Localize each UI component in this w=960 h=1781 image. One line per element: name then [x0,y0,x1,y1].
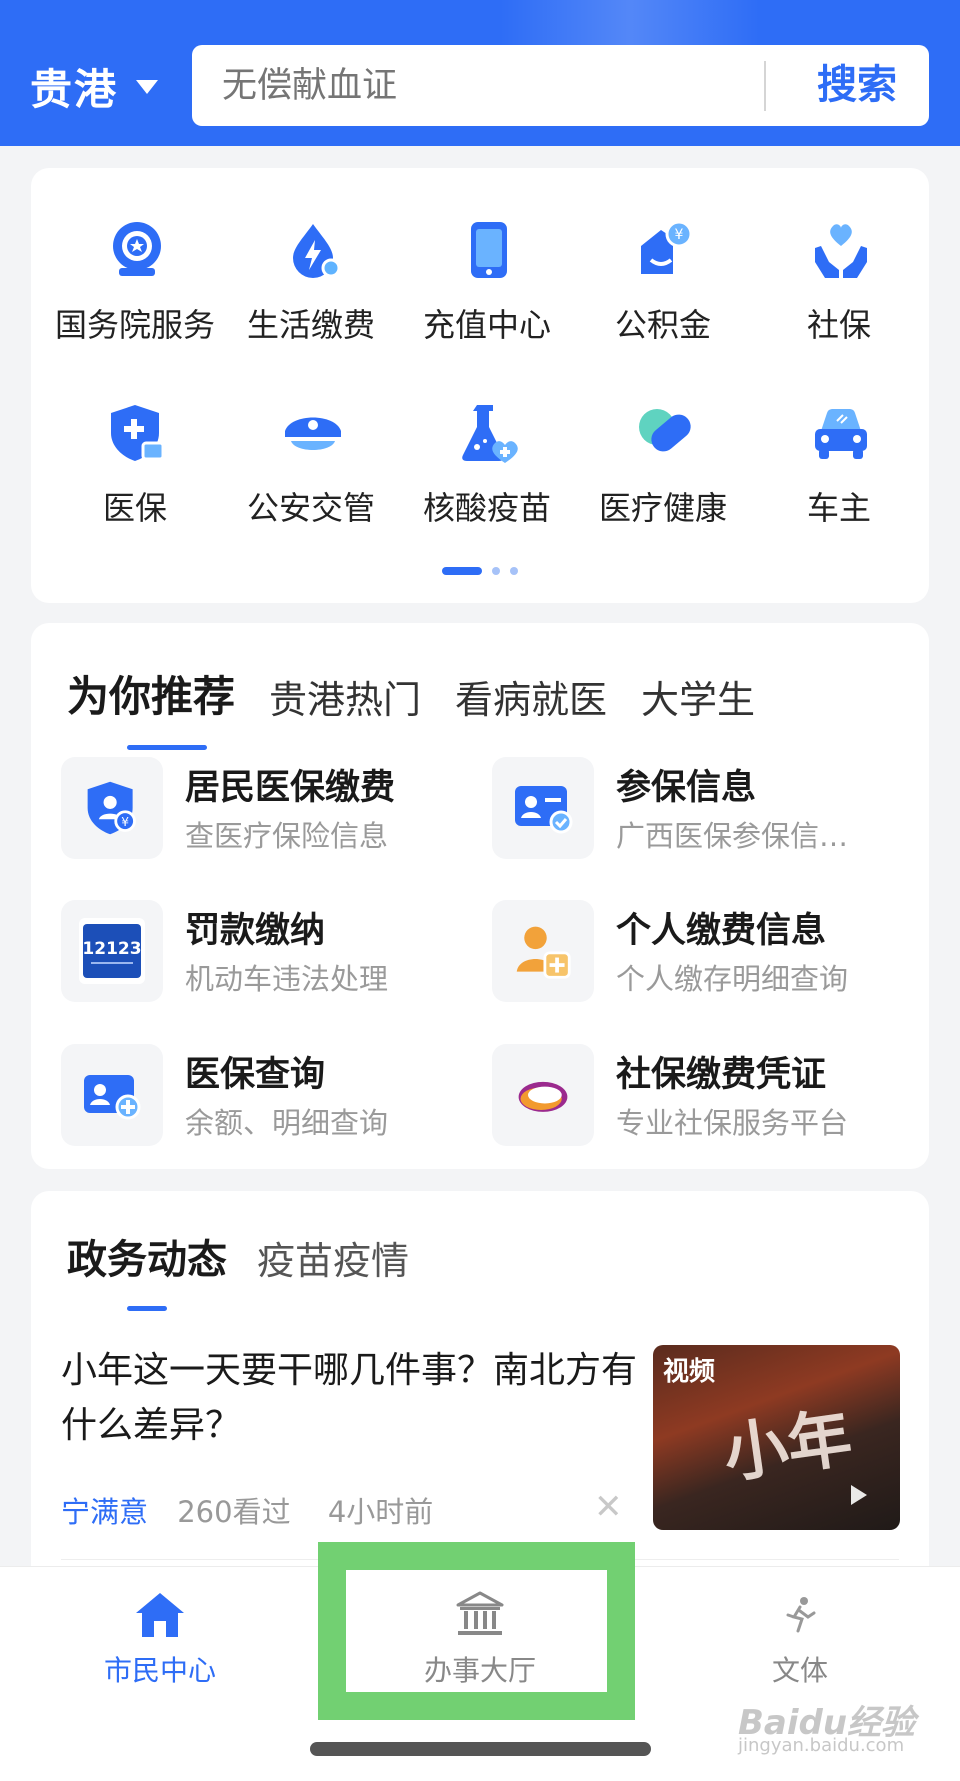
page-dot-active [442,567,482,575]
city-name: 贵港 [30,65,119,114]
service-label: 车主 [806,489,871,527]
tab-gov-news[interactable]: 政务动态 [67,1227,227,1311]
tab-for-you[interactable]: 为你推荐 [67,663,235,750]
service-item-personal-payment[interactable]: 个人缴费信息 个人缴存明细查询 [492,900,892,1005]
news-source[interactable]: 宁满意 [61,1495,148,1529]
service-title: 社保缴费凭证 [616,1055,827,1095]
thumbnail-text: 小年 [719,1400,857,1493]
city-selector[interactable]: 贵港 [30,56,159,117]
service-subtitle: 个人缴存明细查询 [616,962,849,996]
state-council-icon [113,222,161,276]
service-item-fine-payment[interactable]: 12123 罚款缴纳 机动车违法处理 [61,900,461,1005]
tab-guigang-hot[interactable]: 贵港热门 [269,669,421,724]
service-label: 公积金 [614,306,711,344]
news-meta: 宁满意 260看过 4小时前 [61,1489,433,1531]
news-title[interactable]: 小年这一天要干哪几件事？南北方有什么差异？ [61,1343,651,1453]
service-label: 医疗健康 [598,489,727,527]
runner-icon [786,1597,816,1633]
social-security-icon [815,224,867,278]
tab-college[interactable]: 大学生 [641,669,755,724]
service-label: 医保 [102,489,167,527]
service-item-resident-insurance[interactable]: ¥ 居民医保缴费 查医疗保险信息 [61,757,461,862]
service-item-insurance-query[interactable]: 医保查询 余额、明细查询 [61,1044,461,1149]
recommend-card: 为你推荐 贵港热门 看病就医 大学生 ¥ 居民医保缴费 查医疗保险信息 参保信息… [31,623,929,1169]
svg-text:¥: ¥ [121,815,129,829]
home-icon [136,1593,184,1637]
caret-down-icon [136,79,159,94]
service-item-social-voucher[interactable]: 社保缴费凭证 专业社保服务平台 [492,1044,892,1149]
news-time: 4小时前 [327,1495,434,1529]
tab-medical[interactable]: 看病就医 [455,669,607,724]
service-title: 居民医保缴费 [185,768,396,808]
service-title: 医保查询 [185,1055,326,1095]
service-subtitle: 专业社保服务平台 [616,1106,849,1140]
user-plus-icon [492,900,594,1002]
service-subtitle: 机动车违法处理 [185,962,389,996]
tab-label: 市民中心 [103,1654,216,1687]
page-dot [492,567,500,575]
service-subtitle: 广西医保参保信… [616,819,849,853]
tab-citizen-center[interactable]: 市民中心 [60,1567,260,1707]
news-tabs: 政务动态 疫苗疫情 [67,1227,439,1311]
service-label: 社保 [806,306,871,344]
news-views: 260看过 [177,1495,291,1529]
svg-text:12123: 12123 [82,939,141,959]
flask-icon [462,405,518,463]
tab-culture-sports[interactable]: 文体 [700,1567,900,1707]
car-icon [815,409,867,459]
search-button[interactable]: 搜索 [787,45,927,126]
service-subtitle: 查医疗保险信息 [185,819,389,853]
news-thumbnail[interactable]: 视频 小年 [653,1345,900,1530]
page-dot [510,567,518,575]
tab-vaccine-epidemic[interactable]: 疫苗疫情 [257,1230,409,1285]
video-tag: 视频 [663,1357,716,1387]
search-input[interactable] [222,45,642,126]
services-grid-card: 国务院服务 生活缴费 充值中心 ¥ 公积金 社保 医保 公安交管 核酸疫苗 医疗… [31,168,929,603]
service-label: 公安交管 [246,489,375,527]
service-title: 罚款缴纳 [185,911,326,951]
play-icon[interactable] [851,1485,867,1505]
svg-text:¥: ¥ [675,227,684,243]
service-label: 充值中心 [422,306,551,344]
service-label: 生活缴费 [246,306,375,344]
recommend-tabs: 为你推荐 贵港热门 看病就医 大学生 [67,663,789,750]
grid-page-indicator [0,567,960,577]
medical-insurance-icon [111,405,165,461]
top-header: 贵港 搜索 [0,0,960,146]
watermark-url: jingyan.baidu.com [738,1735,905,1756]
service-subtitle: 余额、明细查询 [185,1106,389,1140]
utility-bill-icon [293,224,341,278]
header-decoration [500,0,760,50]
close-icon[interactable]: ✕ [594,1487,623,1527]
service-label: 国务院服务 [54,306,215,344]
service-title: 个人缴费信息 [616,911,827,951]
12123-icon: 12123 [61,900,163,1002]
pill-icon [639,409,691,452]
shield-user-icon: ¥ [61,757,163,859]
service-item-insured-info[interactable]: 参保信息 广西医保参保信… [492,757,892,862]
home-indicator[interactable] [310,1742,651,1756]
phone-recharge-icon [471,222,507,278]
tab-label: 文体 [771,1654,828,1687]
user-card-icon [61,1044,163,1146]
cloud-logo-icon [492,1044,594,1146]
police-cap-icon [285,417,341,450]
service-title: 参保信息 [616,768,757,808]
housing-fund-icon: ¥ [641,220,693,274]
id-card-icon [492,757,594,859]
search-divider [764,61,766,111]
highlight-box [318,1542,635,1720]
service-label: 核酸疫苗 [422,489,551,527]
search-bar: 搜索 [192,45,929,126]
